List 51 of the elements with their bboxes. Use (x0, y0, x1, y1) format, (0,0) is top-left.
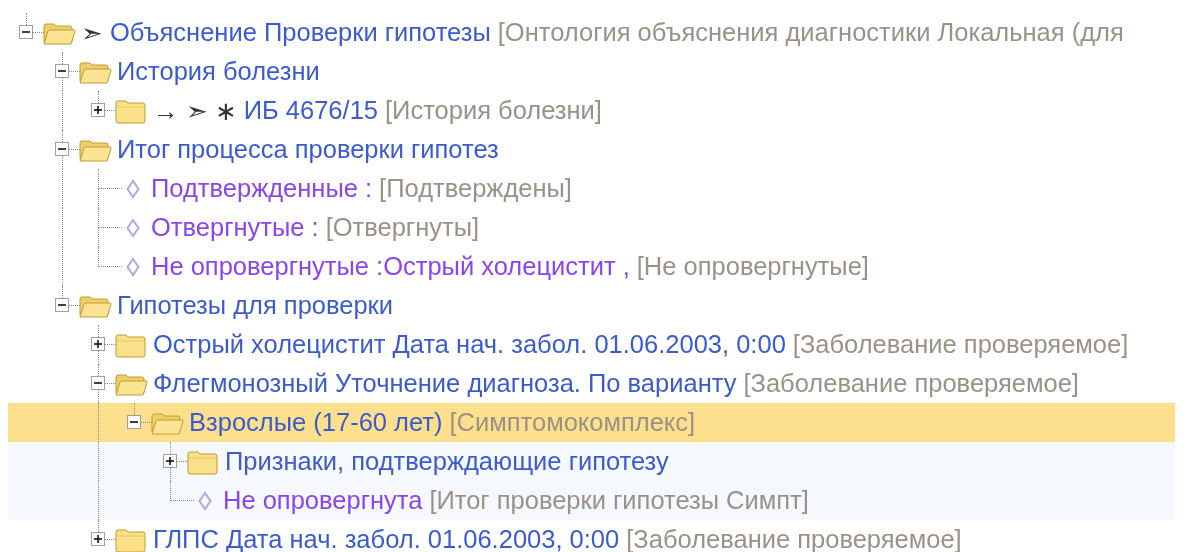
node-label: Отвергнутые : (151, 213, 319, 242)
diamond-icon (198, 490, 212, 511)
node-label: Острый холецистит Дата нач. забол. 01.06.2003, 0:00 (153, 330, 786, 359)
tree-row[interactable]: История болезни (8, 52, 1175, 91)
tree-row[interactable]: Не опровергнута [Итог проверки гипотезы Симпт] (8, 481, 1175, 520)
node-label: Гипотезы для проверки (117, 291, 394, 320)
tree-row[interactable]: ➣ Объяснение Проверки гипотезы [Онтология объяснения диагностики Локальная (для (8, 13, 1175, 52)
type-label: [Отвергнуты] (325, 213, 480, 242)
tree-row[interactable]: Признаки, подтверждающие гипотезу (8, 442, 1175, 481)
tree-toggle[interactable] (91, 337, 105, 351)
tree-toggle[interactable] (91, 532, 105, 546)
node-label: Взрослые (17-60 лет) (189, 408, 443, 437)
node-label: Итог процесса проверки гипотез (117, 135, 499, 164)
tree-toggle[interactable] (55, 64, 69, 78)
tree-row[interactable]: Итог процесса проверки гипотез (8, 130, 1175, 169)
node-label: История болезни (117, 57, 320, 86)
diamond-icon (126, 178, 140, 199)
tree-toggle[interactable] (163, 454, 177, 468)
tree-row[interactable]: Гипотезы для проверки (8, 286, 1175, 325)
node-label: Не опровергнутые :Острый холецистит , (151, 252, 630, 281)
tree-toggle[interactable] (91, 376, 105, 390)
tree-row[interactable]: Острый холецистит Дата нач. забол. 01.06.2003, 0:00 [Заболевание проверяемое] (8, 325, 1175, 364)
tree-row[interactable]: Не опровергнутые :Острый холецистит , [Не опровергнутые] (8, 247, 1175, 286)
node-label: Подтвержденные : (151, 174, 373, 203)
node-label: Флегмонозный Уточнение диагноза. По варианту (153, 369, 737, 398)
tree-toggle[interactable] (91, 103, 105, 117)
tree-row[interactable]: Подтвержденные : [Подтверждены] (8, 169, 1175, 208)
tree-toggle[interactable] (55, 298, 69, 312)
type-label: [Подтверждены] (379, 174, 572, 203)
node-label: Не опровергнута (223, 486, 423, 515)
diamond-icon (126, 217, 140, 238)
tree-toggle[interactable] (127, 415, 141, 429)
diamond-icon (126, 256, 140, 277)
node-label: Признаки, подтверждающие гипотезу (225, 447, 669, 476)
tree-toggle[interactable] (55, 142, 69, 156)
link-symbols: ➣ (81, 17, 103, 48)
type-label: [Заболевание проверяемое] (792, 330, 1129, 359)
type-label: [Симптомокомплекс] (449, 408, 696, 437)
tree-row[interactable]: Взрослые (17-60 лет) [Симптомокомплекс] (8, 403, 1175, 442)
type-label: [Онтология объяснения диагностики Локальная (для (497, 17, 1124, 48)
tree-row[interactable]: Отвергнутые : [Отвергнуты] (8, 208, 1175, 247)
tree-toggle[interactable] (19, 25, 33, 39)
tree-row[interactable]: → ➣ ∗ ИБ 4676/15 [История болезни] (8, 91, 1175, 130)
link-symbols: → ➣ ∗ (153, 95, 237, 126)
type-label: [Итог проверки гипотезы Симпт] (429, 486, 809, 515)
node-label: Объяснение Проверки гипотезы (110, 17, 491, 48)
type-label: [История болезни] (385, 95, 602, 126)
type-label: [Заболевание проверяемое] (743, 369, 1079, 398)
type-label: [Не опровергнутые] (636, 252, 869, 281)
tree-row[interactable]: Флегмонозный Уточнение диагноза. По варианту [Заболевание проверяемое] (8, 364, 1175, 403)
node-label: ИБ 4676/15 (243, 95, 378, 126)
